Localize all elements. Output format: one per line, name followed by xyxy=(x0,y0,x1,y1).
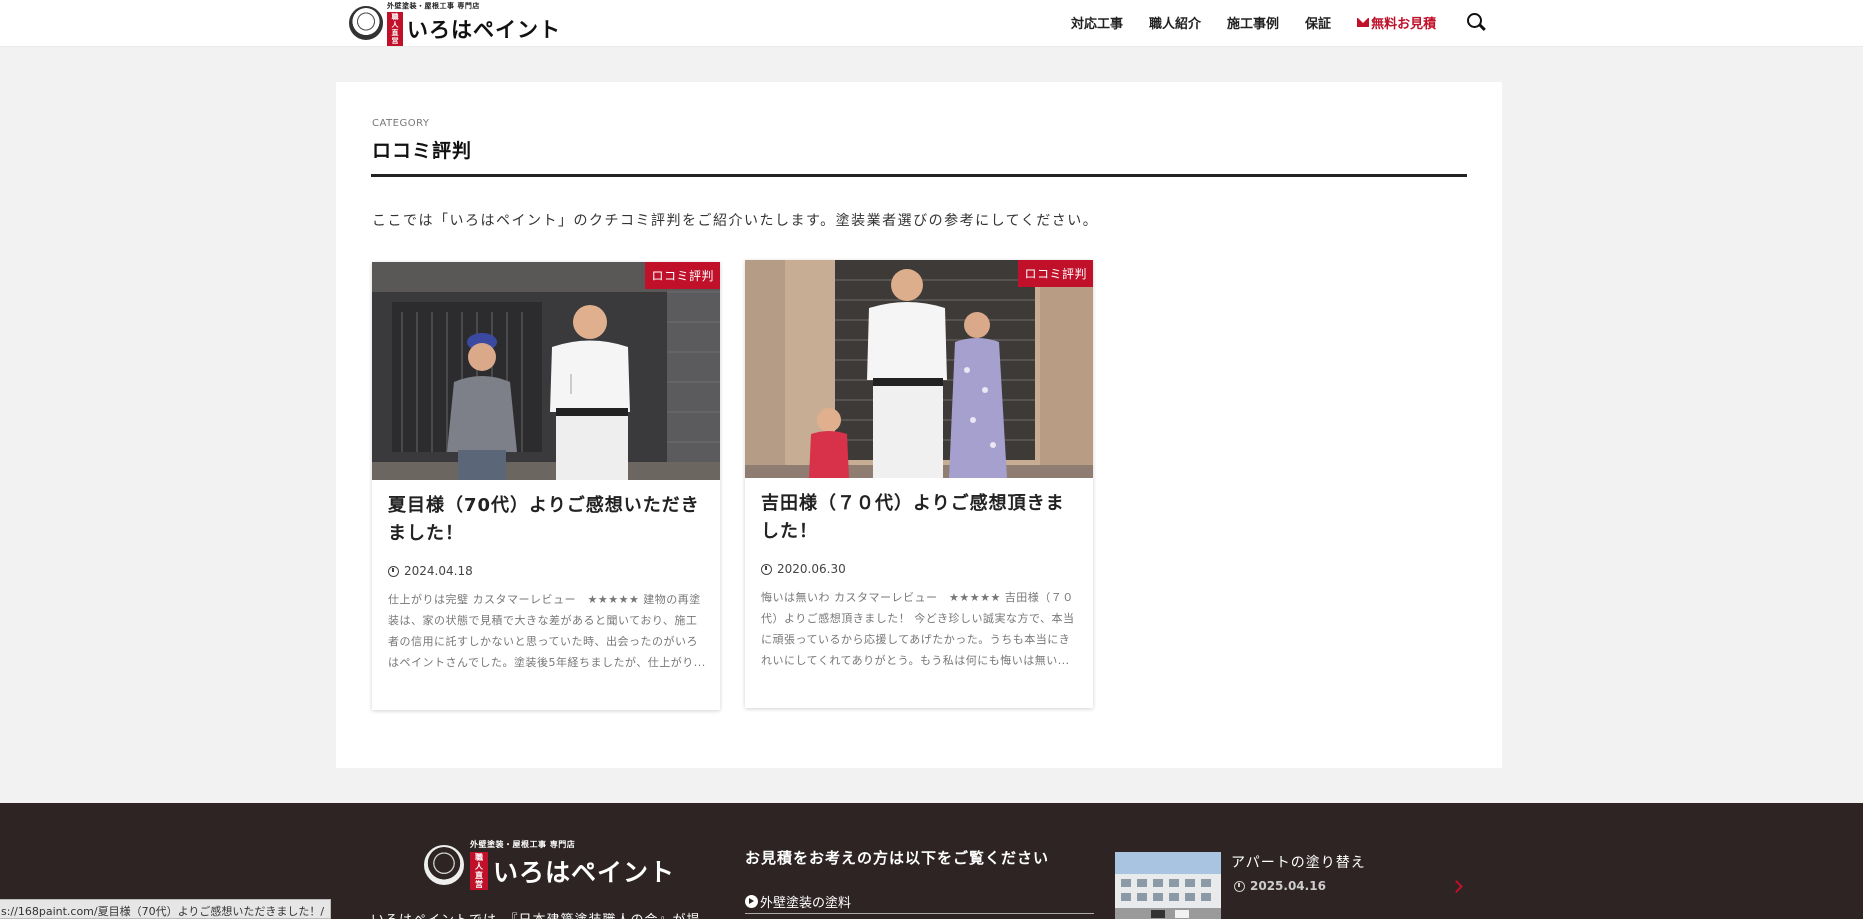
footer-logo[interactable]: 外壁塗装・屋根工事 専門店 職人直営 いろはペイント xyxy=(424,839,675,890)
search-icon[interactable] xyxy=(1467,13,1486,32)
footer-estimate-heading: お見積をお考えの方は以下をご覧ください xyxy=(745,849,1050,867)
footer-intro-text: いろはペイントでは、『日本建築塗装職人の会』が提 xyxy=(371,909,701,919)
post-date: 2020.06.30 xyxy=(761,562,846,576)
post-date-text: 2024.04.18 xyxy=(404,564,473,578)
post-card[interactable]: ロコミ評判 吉田様（７０代）よりご感想頂きました！ 2020.06.30 悔いは… xyxy=(745,260,1093,708)
nav-item-services[interactable]: 対応工事 xyxy=(1071,13,1123,32)
nav-item-warranty[interactable]: 保証 xyxy=(1305,13,1331,32)
category-panel: CATEGORY ロコミ評判 ここでは「いろはペイント」のクチコミ評判をご紹介い… xyxy=(336,82,1502,768)
nav-item-works[interactable]: 施工事例 xyxy=(1227,13,1279,32)
site-header: 外壁塗装・屋根工事 専門店 職人直営 いろはペイント 対応工事 職人紹介 施工事… xyxy=(0,0,1863,47)
post-excerpt: 悔いは無いわ カスタマーレビュー ★★★★★ 吉田様（７０代）よりご感想頂きまし… xyxy=(761,591,1075,667)
footer-link-paint[interactable]: 外壁塗装の塗料 xyxy=(745,892,1094,914)
clock-icon xyxy=(1234,880,1245,892)
photo-family xyxy=(745,260,1093,478)
page-title: ロコミ評判 xyxy=(372,140,473,162)
post-card[interactable]: ロコミ評判 夏目様（70代）よりご感想いただきました！ 2024.04.18 仕… xyxy=(372,262,720,710)
logo-tagline: 外壁塗装・屋根工事 専門店 xyxy=(387,1,480,10)
post-date: 2024.04.18 xyxy=(388,564,473,578)
post-thumbnail[interactable]: ロコミ評判 xyxy=(372,262,720,480)
footer-post-thumbnail[interactable] xyxy=(1115,852,1221,919)
post-excerpt: 仕上がりは完璧 カスタマーレビュー ★★★★★ 建物の再塗装は、家の状態で見積で… xyxy=(388,593,706,669)
logo-emblem-icon xyxy=(349,6,383,40)
nav-item-free-estimate[interactable]: 無料お見積 xyxy=(1357,13,1436,32)
category-label: CATEGORY xyxy=(372,118,430,129)
footer-logo-name: いろはペイント xyxy=(493,858,676,887)
post-title[interactable]: 夏目様（70代）よりご感想いただきました！ xyxy=(388,492,704,548)
site-logo[interactable]: 外壁塗装・屋根工事 専門店 職人直営 いろはペイント xyxy=(349,2,561,46)
title-divider xyxy=(371,174,1467,177)
logo-badge: 職人直営 xyxy=(387,11,403,46)
status-bar-url: s://168paint.com/夏目様（70代）よりご感想いただきました！/ xyxy=(0,899,332,919)
logo-emblem-icon xyxy=(424,844,464,885)
chevron-right-icon[interactable] xyxy=(1450,880,1463,893)
arrow-circle-icon xyxy=(745,895,758,908)
footer-post-date-text: 2025.04.16 xyxy=(1250,879,1326,893)
footer-post-title[interactable]: アパートの塗り替え xyxy=(1231,852,1366,872)
nav-item-craftsmen[interactable]: 職人紹介 xyxy=(1149,13,1201,32)
post-title[interactable]: 吉田様（７０代）よりご感想頂きました！ xyxy=(761,490,1077,546)
category-ribbon[interactable]: ロコミ評判 xyxy=(1018,260,1093,287)
photo-two-men xyxy=(372,262,720,480)
estimate-label: 無料お見積 xyxy=(1371,17,1437,32)
post-thumbnail[interactable]: ロコミ評判 xyxy=(745,260,1093,478)
category-ribbon[interactable]: ロコミ評判 xyxy=(645,262,720,289)
main-nav: 対応工事 職人紹介 施工事例 保証 無料お見積 xyxy=(1071,13,1462,32)
logo-name: いろはペイント xyxy=(407,17,561,42)
photo-apartment xyxy=(1115,852,1221,919)
footer-link-label: 外壁塗装の塗料 xyxy=(760,896,852,911)
category-description: ここでは「いろはペイント」のクチコミ評判をご紹介いたします。塗装業者選びの参考に… xyxy=(372,213,1099,229)
clock-icon xyxy=(761,563,772,575)
post-date-text: 2020.06.30 xyxy=(777,562,846,576)
footer-logo-badge: 職人直営 xyxy=(470,852,488,890)
footer-logo-tagline: 外壁塗装・屋根工事 専門店 xyxy=(470,840,576,849)
footer-post-date: 2025.04.16 xyxy=(1234,879,1326,893)
envelope-icon xyxy=(1357,18,1370,27)
clock-icon xyxy=(388,565,399,577)
